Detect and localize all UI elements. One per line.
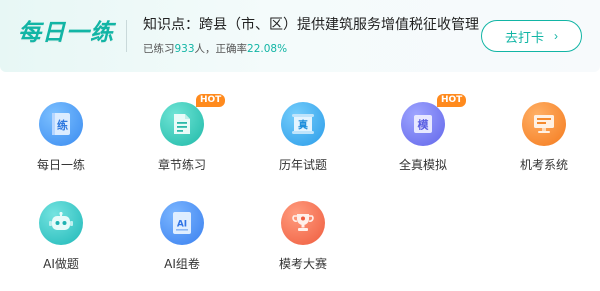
feature-chapter-practice[interactable]: HOT 章节练习 — [126, 94, 236, 188]
svg-text:AI: AI — [177, 220, 187, 230]
check-in-button-label: 去打卡 — [504, 29, 544, 45]
feature-label: 每日一练 — [36, 158, 85, 172]
check-in-button[interactable]: 去打卡 › — [481, 20, 582, 52]
svg-text:练: 练 — [57, 118, 68, 132]
stats-prefix: 已练习 — [143, 43, 175, 55]
feature-label: 全真模拟 — [398, 158, 447, 172]
daily-practice-icon: 练 — [39, 102, 83, 146]
mock-exam-icon: 模 — [401, 102, 445, 146]
feature-label: 模考大赛 — [278, 257, 327, 271]
daily-practice-banner: 每日一练 知识点：跨县（市、区）提供建筑服务增值税征收管理 已练习933人，正确… — [0, 0, 600, 72]
svg-text:真: 真 — [298, 119, 308, 132]
hot-badge: HOT — [437, 94, 467, 107]
feature-past-exams[interactable]: 真 历年试题 — [247, 102, 357, 188]
feature-ai-paper[interactable]: AI AI组卷 — [126, 201, 236, 287]
practice-count: 933 — [174, 43, 195, 55]
ai-paper-icon: AI — [160, 201, 204, 245]
feature-full-mock[interactable]: 模 HOT 全真模拟 — [367, 94, 477, 188]
past-exam-scroll-icon: 真 — [281, 102, 325, 146]
feature-daily-practice[interactable]: 练 每日一练 — [5, 102, 115, 188]
svg-text:模: 模 — [418, 118, 430, 132]
accuracy-rate: 22.08% — [247, 43, 288, 55]
computer-exam-icon — [522, 102, 566, 146]
stats-mid: 人，正确率 — [194, 43, 248, 55]
feature-label: AI组卷 — [164, 257, 200, 271]
feature-ai-practice[interactable]: AI做题 — [5, 201, 115, 287]
knowledge-point-title: 知识点：跨县（市、区）提供建筑服务增值税征收管理 — [143, 17, 479, 33]
robot-icon — [39, 201, 83, 245]
chevron-right-icon: › — [554, 29, 558, 43]
feature-computer-exam[interactable]: 机考系统 — [488, 102, 598, 188]
daily-practice-logo: 每日一练 — [18, 20, 114, 46]
trophy-icon — [281, 201, 325, 245]
practice-stats: 已练习933人，正确率22.08% — [143, 40, 287, 58]
feature-label: 机考系统 — [519, 158, 568, 172]
hot-badge: HOT — [196, 94, 226, 107]
feature-mock-contest[interactable]: 模考大赛 — [247, 201, 357, 287]
feature-label: 章节练习 — [157, 158, 206, 172]
banner-divider — [126, 20, 127, 52]
feature-label: 历年试题 — [278, 158, 327, 172]
chapter-document-icon — [160, 102, 204, 146]
feature-label: AI做题 — [43, 257, 79, 271]
